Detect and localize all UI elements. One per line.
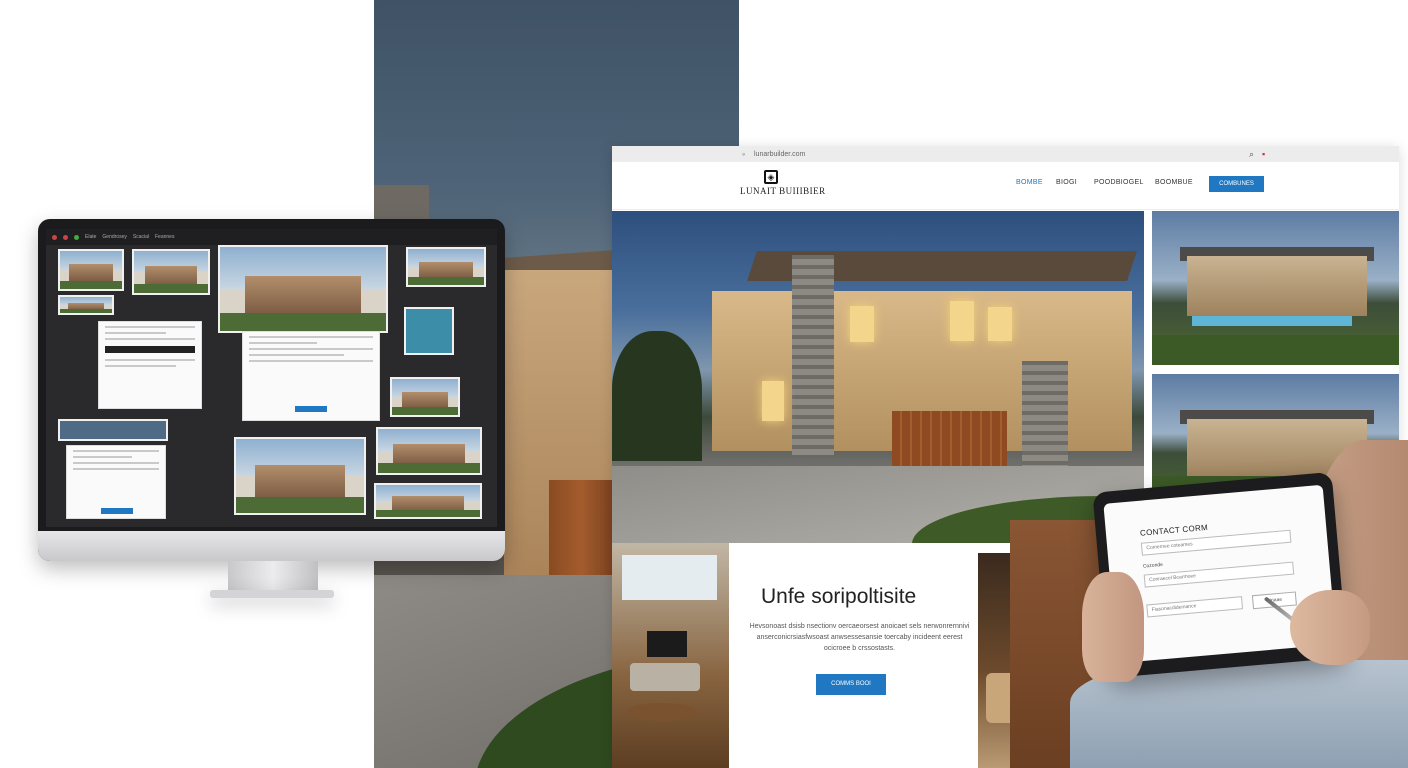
- window: [988, 307, 1012, 341]
- monitor-menu-item[interactable]: Elate: [85, 234, 96, 240]
- stone-column: [792, 255, 834, 455]
- hero-house-image: [612, 211, 1144, 543]
- card-button[interactable]: [101, 508, 133, 514]
- scene: Elate Gendrosey Scacial Feannes ◦ lunarb…: [0, 0, 1408, 768]
- thumbnail-house[interactable]: [58, 295, 114, 315]
- logo-icon[interactable]: ◈: [764, 170, 778, 184]
- site-header: ◈ LUNAIT BUIIIBIER BOMBE BIOGI POODBIOGE…: [612, 162, 1399, 210]
- thumbnail-house-large[interactable]: [218, 245, 388, 333]
- thumbnail-house[interactable]: [132, 249, 210, 295]
- thumbnail-house[interactable]: [406, 247, 486, 287]
- dark-banner: [105, 346, 195, 353]
- monitor-screen: Elate Gendrosey Scacial Feannes: [46, 229, 497, 527]
- window: [762, 381, 784, 421]
- left-hand: [1082, 572, 1144, 682]
- contact-field-label: Cozonde: [1142, 561, 1164, 570]
- right-hand: [1290, 590, 1370, 665]
- window-close-icon[interactable]: [52, 234, 57, 240]
- globe-icon: ◦: [742, 149, 746, 159]
- design-card[interactable]: [242, 331, 380, 421]
- nav-cta-button[interactable]: COMBUNES: [1209, 176, 1264, 192]
- thumbnail-house[interactable]: [58, 249, 124, 291]
- section-title: Unfe soripoltisite: [761, 585, 917, 608]
- section-body: Hevsonoast dsisb nsectionv oercaeorsest …: [749, 623, 970, 652]
- search-icon[interactable]: ⌕: [1249, 146, 1254, 162]
- nav-home[interactable]: BOMBE: [1016, 179, 1043, 186]
- design-card[interactable]: [98, 321, 202, 409]
- nav-portfolio[interactable]: POODBIOGEL: [1094, 179, 1144, 186]
- extension-icon[interactable]: ▪: [1262, 146, 1265, 162]
- interior-living-room-image: [612, 543, 729, 768]
- monitor-menu-item[interactable]: Feannes: [155, 234, 174, 240]
- browser-address-bar[interactable]: ◦ lunarbuilder.com ⌕ ▪: [612, 146, 1399, 162]
- monitor-menu-item[interactable]: Scacial: [133, 234, 149, 240]
- gallery-image-pool-house[interactable]: [1152, 211, 1399, 365]
- monitor-base: [210, 590, 334, 598]
- contact-message-field[interactable]: Fiasonacdidemance: [1146, 596, 1244, 618]
- card-button[interactable]: [295, 406, 327, 412]
- window: [850, 306, 874, 342]
- window: [950, 301, 974, 341]
- contact-form-title: CONTACT CORM: [1139, 522, 1209, 538]
- nav-blog[interactable]: BIOGI: [1056, 179, 1077, 186]
- thumbnail-house[interactable]: [376, 427, 482, 475]
- window-minimize-icon[interactable]: [63, 234, 68, 240]
- thumbnail-house[interactable]: [390, 377, 460, 417]
- tree: [612, 331, 702, 461]
- contact-email-field[interactable]: Conraecel Bcarmoee: [1143, 561, 1295, 588]
- desktop-monitor: Elate Gendrosey Scacial Feannes: [38, 219, 505, 561]
- site-logo[interactable]: LUNAIT BUIIIBIER: [740, 186, 826, 196]
- thumbnail-door[interactable]: [404, 307, 454, 355]
- content-section: Unfe soripoltisite Hevsonoast dsisb nsec…: [729, 543, 978, 768]
- window-maximize-icon[interactable]: [74, 234, 79, 240]
- monitor-stand: [228, 561, 318, 593]
- monitor-chin: [38, 531, 505, 561]
- design-card[interactable]: [66, 445, 166, 519]
- monitor-menu-item[interactable]: Gendrosey: [102, 234, 126, 240]
- garage-door: [549, 480, 614, 590]
- nav-homes[interactable]: BOOMBUE: [1155, 179, 1193, 186]
- monitor-app-toolbar: Elate Gendrosey Scacial Feannes: [46, 229, 497, 245]
- browser-url[interactable]: lunarbuilder.com: [754, 151, 805, 158]
- section-cta-button[interactable]: COMMS BOOI: [816, 674, 886, 695]
- thumbnail-house-large[interactable]: [234, 437, 366, 515]
- thumbnail-house[interactable]: [374, 483, 482, 519]
- thumbnail-roof[interactable]: [58, 419, 168, 441]
